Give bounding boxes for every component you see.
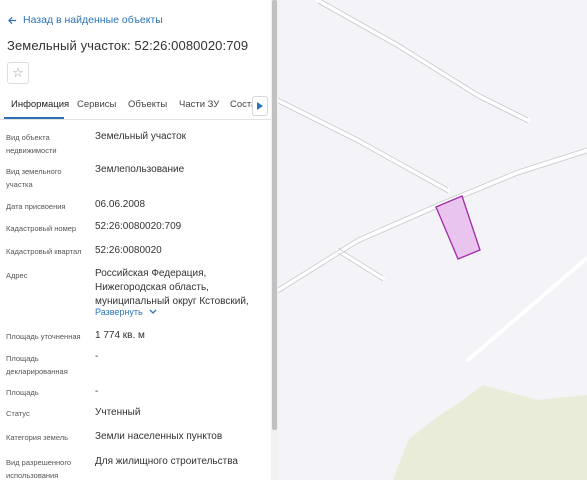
expand-label: Развернуть bbox=[95, 307, 143, 317]
info-panel: Назад в найденные объекты Земельный учас… bbox=[0, 0, 272, 480]
map-road-edge bbox=[337, 247, 384, 277]
back-link[interactable]: Назад в найденные объекты bbox=[8, 14, 163, 26]
detail-value: 52:26:0080020:709 bbox=[95, 221, 182, 232]
tab-information[interactable]: Информация bbox=[11, 99, 69, 110]
detail-value: 52:26:0080020 bbox=[95, 245, 162, 256]
detail-value: 1 774 кв. м bbox=[95, 330, 145, 341]
map-road-edge bbox=[278, 102, 449, 194]
panel-scrollbar[interactable] bbox=[271, 0, 278, 480]
address-expand-link[interactable]: Развернуть bbox=[95, 307, 157, 317]
tabs-scroll-right-button[interactable] bbox=[252, 96, 268, 116]
triangle-right-icon bbox=[257, 102, 263, 110]
detail-label: Вид разрешенного использования bbox=[6, 458, 72, 480]
favorite-button[interactable]: ☆ bbox=[7, 62, 29, 84]
detail-label: Кадастровый квартал bbox=[6, 247, 82, 256]
detail-value: Для жилищного строительства bbox=[95, 456, 238, 467]
map-road bbox=[278, 148, 587, 292]
map-canvas[interactable] bbox=[278, 0, 587, 480]
detail-value: - bbox=[95, 386, 99, 397]
map-green-area bbox=[393, 385, 587, 480]
detail-value: - bbox=[95, 351, 99, 362]
detail-label: Статус bbox=[6, 409, 30, 418]
detail-label: Площадь декларированная bbox=[6, 354, 68, 376]
detail-label: Адрес bbox=[6, 271, 28, 280]
back-link-label: Назад в найденные объекты bbox=[23, 14, 163, 26]
chevron-down-icon bbox=[149, 309, 157, 314]
chevron-left-icon bbox=[8, 16, 17, 24]
map-road bbox=[278, 98, 450, 192]
detail-value: Учтенный bbox=[95, 407, 141, 418]
tab-services[interactable]: Сервисы bbox=[77, 99, 116, 110]
address-value: Российская Федерация, Нижегородская обла… bbox=[95, 268, 249, 307]
detail-label: Дата присвоения bbox=[6, 202, 66, 211]
map-road-edge bbox=[278, 147, 587, 289]
detail-label: Кадастровый номер bbox=[6, 224, 77, 233]
detail-value: Землепользование bbox=[95, 164, 185, 175]
detail-label: Вид объекта недвижимости bbox=[6, 133, 57, 155]
map-road bbox=[336, 248, 385, 280]
page-title: Земельный участок: 52:26:0080020:709 bbox=[7, 38, 249, 53]
map-road bbox=[466, 256, 587, 362]
detail-value: 06.06.2008 bbox=[95, 199, 146, 210]
detail-label: Вид земельного участка bbox=[6, 167, 62, 189]
map-view[interactable] bbox=[278, 0, 587, 480]
detail-label: Площадь уточненная bbox=[6, 332, 81, 341]
map-road-edge bbox=[278, 152, 587, 294]
star-icon: ☆ bbox=[12, 65, 24, 80]
active-tab-indicator bbox=[4, 117, 64, 119]
land-parcel-polygon[interactable] bbox=[435, 195, 481, 260]
tab-objects[interactable]: Объекты bbox=[128, 99, 167, 110]
map-road-edge bbox=[337, 252, 384, 282]
detail-label: Категория земель bbox=[6, 433, 69, 442]
tab-parcel-parts[interactable]: Части ЗУ bbox=[179, 99, 219, 110]
scrollbar-thumb[interactable] bbox=[272, 0, 277, 430]
detail-label: Площадь bbox=[6, 388, 39, 397]
detail-value: Земельный участок bbox=[95, 131, 187, 142]
tab-bar: Информация Сервисы Объекты Части ЗУ Сост… bbox=[0, 92, 272, 120]
detail-value: Земли населенных пунктов bbox=[95, 431, 223, 442]
